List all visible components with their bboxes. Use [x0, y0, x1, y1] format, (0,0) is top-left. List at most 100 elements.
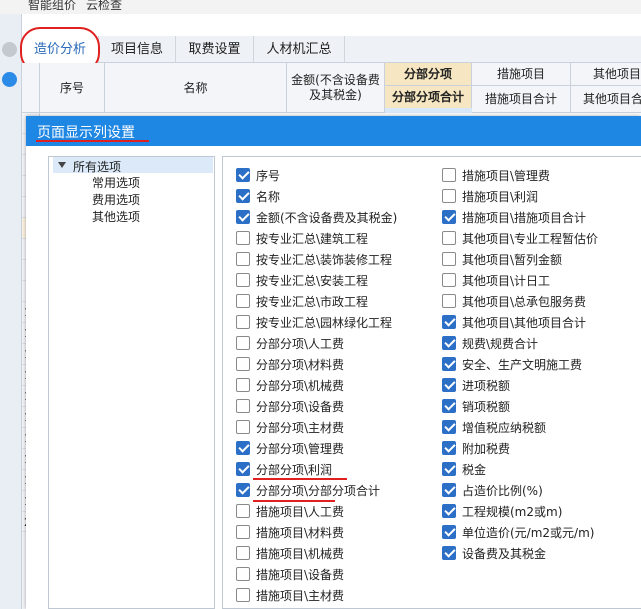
tab-labor-material-summary[interactable]: 人材机汇总 [254, 36, 345, 63]
checkbox-unchecked[interactable] [236, 273, 250, 287]
col-group-fbfx[interactable]: 分部分项 [385, 63, 472, 86]
checkbox-checked[interactable] [442, 210, 456, 224]
col-group-csxm[interactable]: 措施项目 [472, 63, 571, 86]
collapse-icon[interactable] [2, 42, 17, 57]
checkbox-unchecked[interactable] [236, 294, 250, 308]
checkbox-unchecked[interactable] [236, 252, 250, 266]
checkbox-unchecked[interactable] [236, 357, 250, 371]
check-circle-icon[interactable] [2, 72, 17, 87]
checkbox-checked[interactable] [442, 420, 456, 434]
checkbox-checked[interactable] [442, 336, 456, 350]
header-selection-bar [385, 108, 472, 113]
option-label: 措施项目\材料费 [256, 526, 345, 540]
option-label: 分部分项\分部分项合计 [256, 484, 381, 498]
option-label: 分部分项\设备费 [256, 400, 345, 414]
checkbox-unchecked[interactable] [442, 168, 456, 182]
checkbox-checked[interactable] [442, 462, 456, 476]
option-label: 金额(不含设备费及其税金) [256, 211, 398, 225]
tab-bar: 造价分析 项目信息 取费设置 人材机汇总 [22, 36, 641, 63]
option-label: 其他项目\计日工 [462, 274, 551, 288]
checkbox-checked[interactable] [442, 483, 456, 497]
checkbox-unchecked[interactable] [236, 546, 250, 560]
tab-project-info[interactable]: 项目信息 [99, 36, 176, 63]
checkbox-unchecked[interactable] [236, 567, 250, 581]
checkbox-checked[interactable] [442, 378, 456, 392]
checkbox-unchecked[interactable] [442, 273, 456, 287]
option-label: 分部分项\人工费 [256, 337, 345, 351]
checkbox-checked[interactable] [442, 504, 456, 518]
tree-item-fees[interactable]: 费用选项 [92, 191, 140, 208]
option-label: 按专业汇总\安装工程 [256, 274, 369, 288]
option-label: 按专业汇总\园林绿化工程 [256, 316, 393, 330]
option-label: 按专业汇总\市政工程 [256, 295, 369, 309]
option-label: 分部分项\管理费 [256, 442, 345, 456]
col-group-qtxm[interactable]: 其他项目 [571, 63, 641, 86]
menu-cloud-check[interactable]: 云检查 [86, 0, 122, 13]
option-label: 单位造价(元/m2或元/m) [462, 526, 595, 540]
grid-header: 序号 名称 金额(不含设备费及其税金) 分部分项 分部分项合计 措施项目 措施项… [22, 63, 641, 113]
col-name[interactable]: 名称 [105, 63, 287, 113]
menu-smart-pricing[interactable]: 智能组价 [28, 0, 76, 13]
checkbox-unchecked[interactable] [236, 399, 250, 413]
option-label: 措施项目\管理费 [462, 169, 551, 183]
col-csxm-total[interactable]: 措施项目合计 [472, 86, 571, 113]
option-label: 规费\规费合计 [462, 337, 539, 351]
checkbox-checked[interactable] [442, 399, 456, 413]
dialog-title-bar[interactable]: 页面显示列设置 [26, 116, 641, 146]
checkbox-checked[interactable] [442, 357, 456, 371]
col-qtxm-total[interactable]: 其他项目合 [571, 86, 641, 113]
checkbox-unchecked[interactable] [236, 336, 250, 350]
checkbox-checked[interactable] [236, 189, 250, 203]
checkbox-checked[interactable] [236, 168, 250, 182]
option-tree: 所有选项 常用选项 费用选项 其他选项 [48, 156, 215, 609]
checkbox-checked[interactable] [236, 462, 250, 476]
checkbox-unchecked[interactable] [236, 504, 250, 518]
option-label: 其他项目\总承包服务费 [462, 295, 587, 309]
checkbox-unchecked[interactable] [236, 315, 250, 329]
tree-item-common[interactable]: 常用选项 [92, 174, 140, 191]
col-amount[interactable]: 金额(不含设备费及其税金) [287, 63, 385, 113]
option-label: 分部分项\材料费 [256, 358, 345, 372]
checkbox-unchecked[interactable] [236, 420, 250, 434]
option-label: 其他项目\专业工程暂估价 [462, 232, 599, 246]
tab-cost-analysis[interactable]: 造价分析 [22, 36, 99, 63]
checkbox-checked[interactable] [442, 525, 456, 539]
checkbox-unchecked[interactable] [236, 378, 250, 392]
option-label: 占造价比例(%) [462, 484, 543, 498]
checkbox-checked[interactable] [236, 210, 250, 224]
option-label: 分部分项\利润 [256, 463, 333, 477]
top-menu-bar: 智能组价 云检查 [0, 0, 641, 14]
option-label: 进项税额 [462, 379, 511, 393]
option-label: 其他项目\其他项目合计 [462, 316, 587, 330]
checkbox-unchecked[interactable] [442, 189, 456, 203]
checkbox-unchecked[interactable] [236, 231, 250, 245]
option-label: 分部分项\主材费 [256, 421, 345, 435]
option-label: 名称 [256, 190, 281, 204]
checkbox-checked[interactable] [442, 315, 456, 329]
option-label: 其他项目\暂列金额 [462, 253, 563, 267]
option-label: 措施项目\机械费 [256, 547, 345, 561]
option-label: 措施项目\设备费 [256, 568, 345, 582]
tree-item-other[interactable]: 其他选项 [92, 208, 140, 225]
expand-triangle-icon[interactable] [58, 162, 66, 168]
checkbox-unchecked[interactable] [236, 588, 250, 602]
corner-cell [22, 63, 40, 113]
tab-fee-settings[interactable]: 取费设置 [176, 36, 254, 63]
checkbox-unchecked[interactable] [442, 252, 456, 266]
checkbox-checked[interactable] [236, 441, 250, 455]
checkbox-checked[interactable] [236, 483, 250, 497]
checkbox-unchecked[interactable] [442, 294, 456, 308]
checkbox-checked[interactable] [442, 441, 456, 455]
column-options-panel: 序号 名称 金额(不含设备费及其税金) 按专业汇总\建筑工程 按专业汇总\装饰装修工程按… [222, 156, 641, 609]
col-fbfx-total[interactable]: 分部分项合计 [385, 86, 472, 108]
option-label: 安全、生产文明施工费 [462, 358, 583, 372]
checkbox-unchecked[interactable] [442, 231, 456, 245]
dialog-title: 页面显示列设置 [37, 125, 135, 141]
annotation-underline [36, 140, 149, 142]
checkbox-unchecked[interactable] [236, 525, 250, 539]
tree-root-label: 所有选项 [73, 160, 122, 174]
col-seq[interactable]: 序号 [40, 63, 105, 113]
option-label: 分部分项\机械费 [256, 379, 345, 393]
checkbox-checked[interactable] [442, 546, 456, 560]
tree-root-all-options[interactable]: 所有选项 [53, 157, 213, 174]
